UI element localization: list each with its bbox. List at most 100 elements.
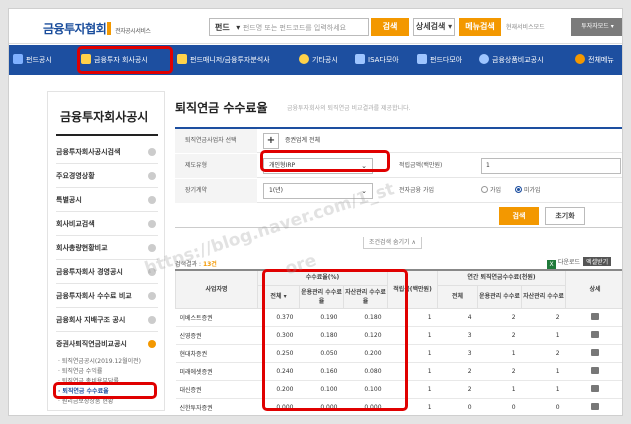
document-icon[interactable] [591,402,600,410]
sidebar-item-management[interactable]: 주요경영상황 [56,164,158,188]
cell-amount: 1 [387,344,438,363]
cell-mgmt2: 1 [477,380,522,399]
main-navigation: 펀드공시 금융투자 회사공시 펀드매니저/금융투자분석사 기타공시 ISA다모아… [9,45,622,75]
nav-fund-damoa[interactable]: 펀드다모아 [417,45,462,75]
sidebar-subitem-fee-rate[interactable]: · 퇴직연금 수수료율 [58,386,109,395]
sidebar-item-governance[interactable]: 금융회사 지배구조 공시 [56,308,158,332]
sidebar-item-compare[interactable]: 회사비교검색 [56,212,158,236]
col-total2: 전체 [437,284,479,309]
sidebar-item-total[interactable]: 회사총량현황비교 [56,236,158,260]
cell-total: 0.200 [257,380,300,399]
radio-online-no[interactable]: 미가입 [515,179,541,203]
sidebar-item-search[interactable]: 금융투자회사공시검색 [56,140,158,164]
cell-detail[interactable] [565,398,622,415]
company-label: 퇴직연금사업자 선택 [175,129,257,153]
sidebar-subitem-return[interactable]: · 퇴직연금 수익률 [58,366,102,375]
top-header: 금융투자협회 전자공시서비스 펀드 ▾ 펀드명 또는 펀드코드를 입력하세요 검색… [9,9,622,44]
radio-label: 미가입 [524,187,541,194]
col-total-sort[interactable]: 전체 ▾ [257,284,300,309]
sidebar-item-special[interactable]: 특별공시 [56,188,158,212]
fee-table: 사업자명 수수료율(%) 적립금(백만원) 연간 퇴직연금수수료(천원) 상세 … [175,269,622,415]
sidebar-item-business[interactable]: 금융투자회사 경영공시 [56,260,158,284]
cell-amount: 1 [387,326,438,345]
sidebar-item-fee[interactable]: 금융투자회사 수수료 비교 [56,284,158,308]
radio-label: 가입 [490,187,502,194]
mode-label: 투자자모드 [581,23,609,30]
nav-company-disclosure[interactable]: 금융투자 회사공시 [81,45,148,75]
nav-label: 전체메뉴 [588,56,614,64]
sidebar-item-pension[interactable]: 증권사퇴직연금비교공시 [56,332,158,356]
cell-detail[interactable] [565,344,622,363]
nav-other-disclosure[interactable]: 기타공시 [299,45,338,75]
filter-search-button[interactable]: 검색 [499,207,539,225]
cell-total: 0.000 [257,398,300,415]
nav-product-compare[interactable]: 금융상품비교공시 [479,45,544,75]
online-label: 전자금융 가입 [399,187,435,194]
table-row: 대신증권 0.200 0.100 0.100 1 2 1 1 [175,380,622,399]
col-asset: 자산관리 수수료율 [342,284,389,309]
document-icon[interactable] [591,366,600,374]
search-button[interactable]: 검색 [371,18,409,36]
sidebar-title-divider [56,134,158,136]
document-icon[interactable] [591,330,600,338]
chevron-down-icon: ⌄ [361,162,367,170]
cell-total2: 2 [437,362,478,381]
sidebar-subitem-cost[interactable]: · 퇴직연금 총비용부담률 [58,376,119,385]
nav-isa-damoa[interactable]: ISA다모아 [355,45,399,75]
plan-type-select[interactable]: 개인형IRP ⌄ [263,158,373,174]
col-total: 전체 [270,293,282,300]
excel-button[interactable]: 엑셀받기 [583,257,612,266]
radio-online-yes[interactable]: 가입 [481,179,501,203]
document-icon[interactable] [591,348,600,356]
cell-total: 0.300 [257,326,300,345]
document-icon[interactable] [591,312,600,320]
sidebar-subitem-guaranteed[interactable]: · 원리금보장상품 현황 [58,396,113,405]
term-select[interactable]: 1(년) ⌄ [263,183,373,199]
cell-detail[interactable] [565,380,622,399]
filter-reset-button[interactable]: 초기화 [545,207,585,225]
cell-detail[interactable] [565,326,622,345]
sidebar-item-label: 회사비교검색 [56,220,95,228]
chevron-right-icon [148,292,156,300]
collapse-filter-button[interactable]: 조건검색 숨기기 ∧ [363,237,422,249]
add-company-label: 증권업계 전체 [285,137,321,144]
chevron-right-icon [148,220,156,228]
add-company-button[interactable]: + [263,133,279,149]
sidebar-item-label: 특별공시 [56,196,82,204]
nav-fund-manager[interactable]: 펀드매니저/금융투자분석사 [177,45,270,75]
table-row: 현대차증권 0.250 0.050 0.200 1 3 1 2 [175,344,622,363]
briefcase-icon [177,54,187,64]
page-title: 퇴직연금 수수료율 [175,101,268,115]
search-scope-select[interactable]: 펀드 [215,23,230,32]
service-mode-link[interactable]: 현재서비스모드 [506,22,545,31]
download-button[interactable]: 다운로드 [558,259,580,266]
bar-chart-icon [417,54,427,64]
cell-amount: 1 [387,362,438,381]
site-logo[interactable]: 금융투자협회 전자공시서비스 [43,20,151,37]
document-icon[interactable] [591,384,600,392]
menu-search-button[interactable]: 메뉴검색 [459,18,501,36]
detail-search-button[interactable]: 상세검색 ▾ [413,18,455,36]
chevron-down-icon [148,340,156,348]
search-filter-panel: 퇴직연금사업자 선택 + 증권업계 전체 제도유형 개인형IRP ⌄ 적립금액(백… [175,127,622,228]
nav-fund-disclosure[interactable]: 펀드공시 [13,45,52,75]
cell-detail[interactable] [565,362,622,381]
sidebar-item-label: 금융투자회사 수수료 비교 [56,292,132,300]
result-count-value: 13건 [202,261,217,268]
global-search-input[interactable]: 펀드 ▾ 펀드명 또는 펀드코드를 입력하세요 [209,18,369,36]
cell-mgmt2: 2 [477,326,522,345]
nav-all-menu[interactable]: 전체메뉴 [575,45,614,75]
cell-asset: 0.200 [343,344,388,363]
plus-circle-icon [575,54,585,64]
cell-mgmt: 0.100 [299,380,344,399]
download-area: X 다운로드 엑셀받기 [547,257,612,269]
sidebar-subitem-pension-old[interactable]: · 퇴직연금공시(2019.12월이전) [58,356,141,365]
investor-mode-button[interactable]: 투자자모드 ▾ [571,18,622,36]
cell-asset2: 0 [521,398,566,415]
cell-mgmt: 0.000 [299,398,344,415]
search-placeholder: 펀드명 또는 펀드코드를 입력하세요 [242,24,347,32]
amount-input[interactable]: 1 [481,158,621,174]
cell-detail[interactable] [565,308,622,327]
cell-amount: 1 [387,308,438,327]
cell-asset: 0.180 [343,308,388,327]
